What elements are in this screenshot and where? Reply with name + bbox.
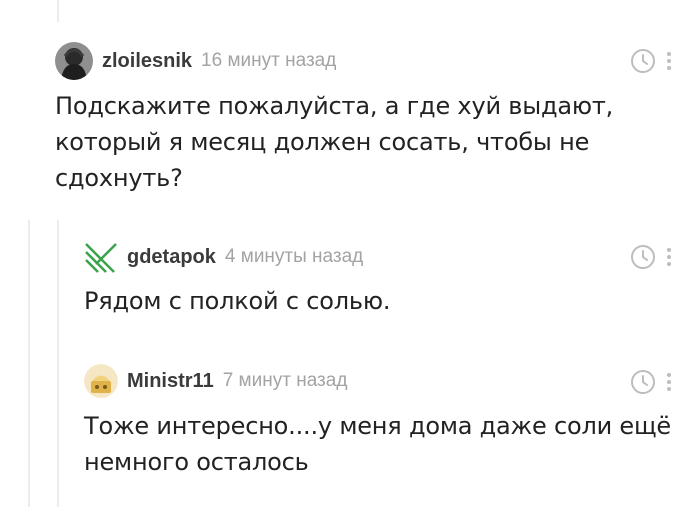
comment-time[interactable]: 16 минут назад xyxy=(201,50,336,72)
thread-line-reply-2 xyxy=(28,220,30,507)
comment-time[interactable]: 4 минуты назад xyxy=(225,246,363,268)
comment-text-line: немного осталось xyxy=(84,448,309,476)
username[interactable]: zloilesnik xyxy=(102,50,192,73)
comment-text-line: Тоже интересно....у меня дома даже соли … xyxy=(84,412,671,440)
more-vertical-icon[interactable] xyxy=(666,50,672,72)
avatar[interactable] xyxy=(84,364,118,398)
comment-body: Подскажите пожалуйста, а где хуй выдают,… xyxy=(55,88,613,196)
clock-icon[interactable] xyxy=(630,369,656,395)
more-vertical-icon[interactable] xyxy=(666,371,672,393)
thread-line-top xyxy=(57,0,59,22)
hooded-figure-avatar-icon xyxy=(55,42,93,80)
comment-header: Ministr11 7 минут назад xyxy=(84,364,347,398)
clock-icon[interactable] xyxy=(630,244,656,270)
comment-time[interactable]: 7 минут назад xyxy=(223,370,348,392)
comment-actions xyxy=(630,369,672,395)
comment-header: gdetapok 4 минуты назад xyxy=(84,240,363,274)
comment-text-line: Рядом с полкой с солью. xyxy=(84,287,391,315)
comment-header: zloilesnik 16 минут назад xyxy=(55,42,336,80)
cartoon-avatar-icon xyxy=(84,364,118,398)
thread-line-reply-1 xyxy=(57,220,59,507)
avatar[interactable] xyxy=(84,240,118,274)
comment-actions xyxy=(630,244,672,270)
comment-body: Тоже интересно....у меня дома даже соли … xyxy=(84,408,671,480)
comment-body: Рядом с полкой с солью. xyxy=(84,283,390,319)
comment-text-line: сдохнуть? xyxy=(55,164,183,192)
username[interactable]: Ministr11 xyxy=(127,370,214,393)
clock-icon[interactable] xyxy=(630,48,656,74)
green-stripes-avatar-icon xyxy=(85,243,117,273)
more-vertical-icon[interactable] xyxy=(666,246,672,268)
username[interactable]: gdetapok xyxy=(127,246,216,269)
comment-actions xyxy=(630,48,672,74)
comment-text-line: который я месяц должен сосать, чтобы не xyxy=(55,128,590,156)
avatar[interactable] xyxy=(55,42,93,80)
comment-text-line: Подскажите пожалуйста, а где хуй выдают, xyxy=(55,92,614,120)
